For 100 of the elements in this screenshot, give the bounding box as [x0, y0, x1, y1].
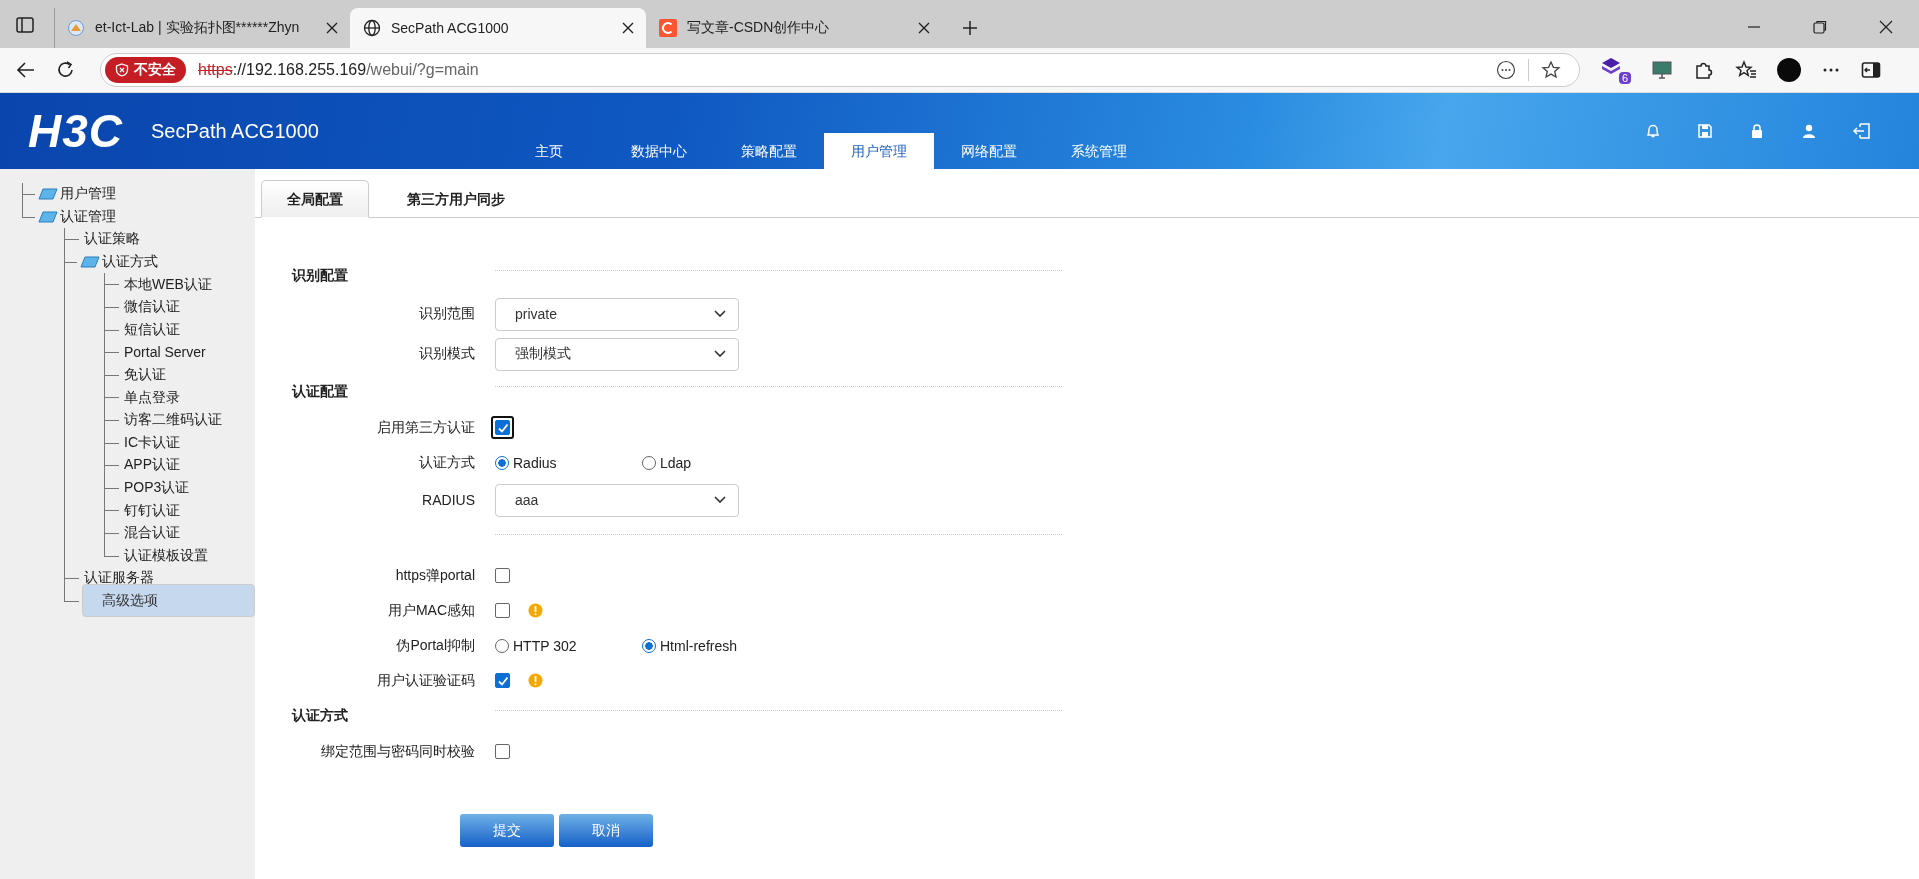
- checkbox[interactable]: [495, 744, 510, 759]
- tree-line: [104, 363, 118, 387]
- favorites-icon[interactable]: [1735, 59, 1757, 81]
- close-icon[interactable]: [326, 22, 338, 34]
- tree-item[interactable]: 单点登录: [122, 387, 182, 408]
- tree-item[interactable]: IC卡认证: [122, 432, 182, 453]
- nav-tab[interactable]: 主页: [493, 133, 604, 169]
- option-label: HTTP 302: [513, 637, 577, 654]
- tree-item[interactable]: 认证方式: [100, 252, 160, 273]
- not-secure-badge[interactable]: 不安全: [105, 57, 186, 83]
- logo: H3C: [28, 104, 124, 158]
- back-arrow-icon[interactable]: [16, 60, 36, 80]
- field-label: 绑定范围与密码同时校验: [320, 742, 475, 761]
- tree-item[interactable]: 短信认证: [122, 319, 182, 340]
- save-icon[interactable]: [1697, 123, 1713, 139]
- field-label: https弹portal: [394, 566, 475, 585]
- tab-title: et-Ict-Lab | 实验拓扑图******Zhyn: [95, 19, 301, 37]
- sidebar-toggle-icon[interactable]: [1861, 60, 1881, 80]
- tree-item[interactable]: Portal Server: [122, 343, 208, 362]
- nav-tab[interactable]: 用户管理: [823, 133, 934, 169]
- tree-line: [104, 273, 118, 296]
- section-title: 认证配置: [292, 383, 349, 401]
- tree-line: [104, 499, 118, 522]
- chevron-icon: [714, 350, 726, 358]
- tab-title: 写文章-CSDN创作中心: [687, 19, 831, 37]
- field-label: 识别范围: [418, 305, 475, 323]
- tree-item[interactable]: 访客二维码认证: [122, 410, 224, 431]
- lab-favicon-icon: [67, 19, 85, 37]
- shield-icon: [115, 63, 129, 77]
- tree-line: [104, 295, 118, 319]
- count-badge: 6: [1618, 72, 1631, 84]
- tree-line: [104, 386, 118, 409]
- chevron-icon: [714, 496, 726, 504]
- close-icon[interactable]: [1879, 20, 1893, 34]
- tree-item[interactable]: 钉钉认证: [122, 500, 182, 521]
- nav-tab[interactable]: 网络配置: [933, 133, 1044, 169]
- field-label: 用户认证验证码: [376, 671, 475, 690]
- browser-tab[interactable]: SecPath ACG1000: [350, 8, 646, 48]
- address-field[interactable]: 不安全 https://192.168.255.169/webui/?g=main: [100, 53, 1580, 87]
- section-title: 认证方式: [292, 707, 349, 725]
- nav-tab[interactable]: 系统管理: [1043, 133, 1154, 169]
- browser-tab[interactable]: 写文章-CSDN创作中心: [646, 8, 942, 48]
- tree-item[interactable]: 本地WEB认证: [122, 274, 214, 295]
- url-text: https://192.168.255.169/webui/?g=main: [198, 61, 479, 79]
- tree-item[interactable]: 微信认证: [122, 297, 182, 318]
- config-tab[interactable]: 第三方用户同步: [381, 180, 531, 218]
- tree-item[interactable]: 认证策略: [82, 229, 142, 250]
- tree-item[interactable]: APP认证: [122, 455, 182, 476]
- globe-icon: [363, 19, 381, 37]
- profile-avatar[interactable]: [1777, 58, 1801, 82]
- refresh-icon[interactable]: [56, 60, 76, 80]
- star-icon[interactable]: [1541, 60, 1561, 80]
- form-button[interactable]: 提交: [460, 814, 554, 847]
- lock-icon[interactable]: [1749, 123, 1765, 139]
- monitor-icon[interactable]: [1651, 59, 1673, 81]
- tree-line: [104, 454, 118, 477]
- field-label: 伪Portal抑制: [395, 636, 475, 655]
- tree-item[interactable]: 认证管理: [58, 206, 118, 227]
- user-icon[interactable]: [1801, 123, 1817, 139]
- product-name: SecPath ACG1000: [151, 119, 319, 143]
- form-button[interactable]: 取消: [559, 814, 653, 847]
- checkbox[interactable]: [495, 568, 510, 583]
- tree-item[interactable]: 认证模板设置: [122, 545, 210, 566]
- tree-item[interactable]: 高级选项: [82, 584, 255, 618]
- dropdown-field[interactable]: 强制模式: [495, 337, 739, 371]
- chevron-icon: [714, 310, 726, 318]
- tab-actions-icon[interactable]: [16, 16, 34, 34]
- radio-button[interactable]: [495, 455, 509, 470]
- option-label: Ldap: [660, 454, 692, 471]
- tree-line: [104, 476, 118, 500]
- close-icon[interactable]: [918, 22, 930, 34]
- folder-icon: [38, 210, 58, 223]
- field-label: 识别模式: [418, 345, 475, 363]
- bell-icon[interactable]: [1645, 123, 1661, 139]
- section-title: 识别配置: [292, 267, 349, 285]
- tree-item[interactable]: 用户管理: [58, 184, 118, 205]
- more-options-icon[interactable]: [1496, 60, 1516, 80]
- logout-icon[interactable]: [1853, 122, 1871, 140]
- folder-icon: [80, 256, 100, 269]
- folder-icon: [38, 188, 58, 201]
- checkbox[interactable]: [495, 673, 510, 688]
- tree-line: [104, 318, 118, 342]
- c-favicon-icon: [659, 19, 677, 37]
- radio-button[interactable]: [642, 638, 656, 653]
- restore-icon[interactable]: [1813, 20, 1827, 34]
- dropdown-field[interactable]: private: [495, 297, 739, 331]
- tree-item[interactable]: POP3认证: [122, 478, 192, 498]
- nav-tab[interactable]: 策略配置: [713, 133, 824, 169]
- option-label: Radius: [513, 454, 557, 471]
- close-icon[interactable]: [622, 22, 634, 34]
- tree-item[interactable]: 混合认证: [122, 523, 182, 544]
- checkbox[interactable]: [495, 603, 510, 618]
- new-tab-icon[interactable]: [962, 20, 978, 36]
- dropdown-field[interactable]: aaa: [495, 483, 739, 517]
- nav-tab[interactable]: 数据中心: [603, 133, 714, 169]
- config-tab[interactable]: 全局配置: [261, 180, 369, 218]
- tree-item[interactable]: 免认证: [122, 365, 168, 386]
- tab-title: SecPath ACG1000: [391, 20, 510, 36]
- field-label: 认证方式: [418, 453, 475, 472]
- tree-line: [104, 408, 118, 432]
